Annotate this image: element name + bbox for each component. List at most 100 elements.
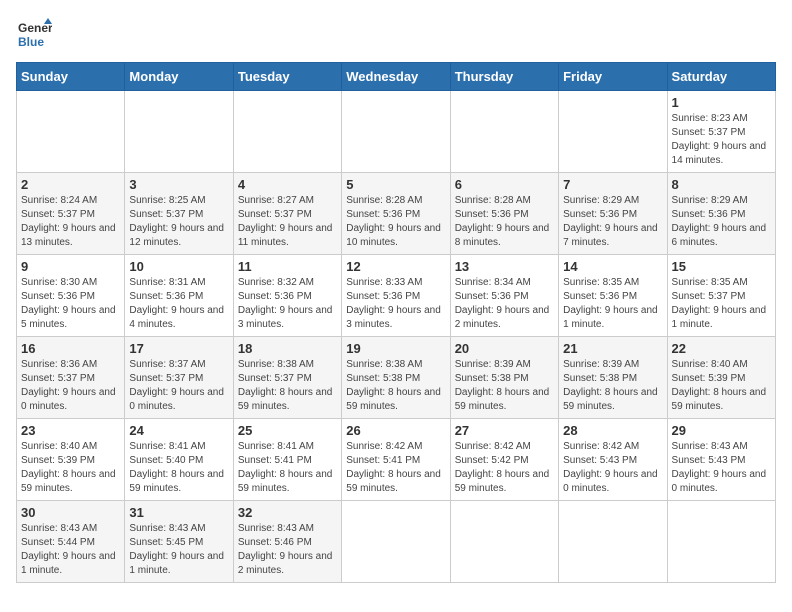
calendar-week-4: 23 Sunrise: 8:40 AMSunset: 5:39 PMDaylig… <box>17 419 776 501</box>
col-header-thursday: Thursday <box>450 63 558 91</box>
calendar-cell: 31 Sunrise: 8:43 AMSunset: 5:45 PMDaylig… <box>125 501 233 583</box>
day-info: Sunrise: 8:43 AMSunset: 5:44 PMDaylight:… <box>21 523 116 576</box>
day-number: 14 <box>563 259 662 274</box>
calendar-cell: 18 Sunrise: 8:38 AMSunset: 5:37 PMDaylig… <box>233 337 341 419</box>
day-info: Sunrise: 8:28 AMSunset: 5:36 PMDaylight:… <box>346 195 441 248</box>
calendar-cell: 6 Sunrise: 8:28 AMSunset: 5:36 PMDayligh… <box>450 173 558 255</box>
calendar-cell: 29 Sunrise: 8:43 AMSunset: 5:43 PMDaylig… <box>667 419 775 501</box>
calendar-cell: 10 Sunrise: 8:31 AMSunset: 5:36 PMDaylig… <box>125 255 233 337</box>
day-number: 25 <box>238 423 337 438</box>
day-info: Sunrise: 8:28 AMSunset: 5:36 PMDaylight:… <box>455 195 550 248</box>
day-number: 5 <box>346 177 445 192</box>
day-number: 29 <box>672 423 771 438</box>
day-number: 11 <box>238 259 337 274</box>
calendar-cell: 3 Sunrise: 8:25 AMSunset: 5:37 PMDayligh… <box>125 173 233 255</box>
calendar-cell <box>559 91 667 173</box>
day-info: Sunrise: 8:32 AMSunset: 5:36 PMDaylight:… <box>238 277 333 330</box>
day-info: Sunrise: 8:43 AMSunset: 5:43 PMDaylight:… <box>672 441 767 494</box>
calendar-cell: 12 Sunrise: 8:33 AMSunset: 5:36 PMDaylig… <box>342 255 450 337</box>
day-number: 19 <box>346 341 445 356</box>
calendar-cell <box>450 91 558 173</box>
day-number: 2 <box>21 177 120 192</box>
day-number: 8 <box>672 177 771 192</box>
day-number: 7 <box>563 177 662 192</box>
day-info: Sunrise: 8:23 AMSunset: 5:37 PMDaylight:… <box>672 113 767 166</box>
day-number: 15 <box>672 259 771 274</box>
day-number: 13 <box>455 259 554 274</box>
day-number: 30 <box>21 505 120 520</box>
day-number: 18 <box>238 341 337 356</box>
header-row: SundayMondayTuesdayWednesdayThursdayFrid… <box>17 63 776 91</box>
logo-icon: General Blue <box>16 16 52 52</box>
calendar-cell: 19 Sunrise: 8:38 AMSunset: 5:38 PMDaylig… <box>342 337 450 419</box>
day-number: 17 <box>129 341 228 356</box>
calendar-cell <box>125 91 233 173</box>
calendar-cell: 20 Sunrise: 8:39 AMSunset: 5:38 PMDaylig… <box>450 337 558 419</box>
calendar-cell: 32 Sunrise: 8:43 AMSunset: 5:46 PMDaylig… <box>233 501 341 583</box>
day-info: Sunrise: 8:39 AMSunset: 5:38 PMDaylight:… <box>455 359 550 412</box>
day-number: 1 <box>672 95 771 110</box>
calendar-cell <box>667 501 775 583</box>
day-number: 6 <box>455 177 554 192</box>
day-info: Sunrise: 8:29 AMSunset: 5:36 PMDaylight:… <box>672 195 767 248</box>
calendar-cell: 11 Sunrise: 8:32 AMSunset: 5:36 PMDaylig… <box>233 255 341 337</box>
calendar-cell: 23 Sunrise: 8:40 AMSunset: 5:39 PMDaylig… <box>17 419 125 501</box>
calendar-cell: 5 Sunrise: 8:28 AMSunset: 5:36 PMDayligh… <box>342 173 450 255</box>
day-number: 9 <box>21 259 120 274</box>
day-info: Sunrise: 8:38 AMSunset: 5:37 PMDaylight:… <box>238 359 333 412</box>
day-info: Sunrise: 8:43 AMSunset: 5:45 PMDaylight:… <box>129 523 224 576</box>
day-number: 24 <box>129 423 228 438</box>
day-info: Sunrise: 8:27 AMSunset: 5:37 PMDaylight:… <box>238 195 333 248</box>
day-number: 4 <box>238 177 337 192</box>
col-header-sunday: Sunday <box>17 63 125 91</box>
calendar-cell: 8 Sunrise: 8:29 AMSunset: 5:36 PMDayligh… <box>667 173 775 255</box>
day-info: Sunrise: 8:40 AMSunset: 5:39 PMDaylight:… <box>21 441 116 494</box>
day-info: Sunrise: 8:25 AMSunset: 5:37 PMDaylight:… <box>129 195 224 248</box>
day-info: Sunrise: 8:24 AMSunset: 5:37 PMDaylight:… <box>21 195 116 248</box>
day-info: Sunrise: 8:42 AMSunset: 5:42 PMDaylight:… <box>455 441 550 494</box>
day-info: Sunrise: 8:41 AMSunset: 5:40 PMDaylight:… <box>129 441 224 494</box>
day-number: 3 <box>129 177 228 192</box>
calendar-cell <box>450 501 558 583</box>
day-info: Sunrise: 8:36 AMSunset: 5:37 PMDaylight:… <box>21 359 116 412</box>
svg-text:Blue: Blue <box>18 35 44 49</box>
day-number: 16 <box>21 341 120 356</box>
calendar-week-1: 2 Sunrise: 8:24 AMSunset: 5:37 PMDayligh… <box>17 173 776 255</box>
day-info: Sunrise: 8:33 AMSunset: 5:36 PMDaylight:… <box>346 277 441 330</box>
col-header-friday: Friday <box>559 63 667 91</box>
calendar-cell: 13 Sunrise: 8:34 AMSunset: 5:36 PMDaylig… <box>450 255 558 337</box>
calendar-week-2: 9 Sunrise: 8:30 AMSunset: 5:36 PMDayligh… <box>17 255 776 337</box>
calendar-cell <box>342 501 450 583</box>
day-info: Sunrise: 8:40 AMSunset: 5:39 PMDaylight:… <box>672 359 767 412</box>
day-info: Sunrise: 8:42 AMSunset: 5:41 PMDaylight:… <box>346 441 441 494</box>
calendar-cell: 14 Sunrise: 8:35 AMSunset: 5:36 PMDaylig… <box>559 255 667 337</box>
day-info: Sunrise: 8:38 AMSunset: 5:38 PMDaylight:… <box>346 359 441 412</box>
day-number: 28 <box>563 423 662 438</box>
calendar-cell: 25 Sunrise: 8:41 AMSunset: 5:41 PMDaylig… <box>233 419 341 501</box>
day-info: Sunrise: 8:43 AMSunset: 5:46 PMDaylight:… <box>238 523 333 576</box>
day-info: Sunrise: 8:34 AMSunset: 5:36 PMDaylight:… <box>455 277 550 330</box>
day-info: Sunrise: 8:41 AMSunset: 5:41 PMDaylight:… <box>238 441 333 494</box>
calendar-cell <box>17 91 125 173</box>
calendar-week-5: 30 Sunrise: 8:43 AMSunset: 5:44 PMDaylig… <box>17 501 776 583</box>
calendar-cell: 17 Sunrise: 8:37 AMSunset: 5:37 PMDaylig… <box>125 337 233 419</box>
day-number: 12 <box>346 259 445 274</box>
day-number: 22 <box>672 341 771 356</box>
calendar-cell: 16 Sunrise: 8:36 AMSunset: 5:37 PMDaylig… <box>17 337 125 419</box>
col-header-saturday: Saturday <box>667 63 775 91</box>
day-info: Sunrise: 8:35 AMSunset: 5:36 PMDaylight:… <box>563 277 658 330</box>
header: General Blue <box>16 16 776 52</box>
day-info: Sunrise: 8:39 AMSunset: 5:38 PMDaylight:… <box>563 359 658 412</box>
day-number: 21 <box>563 341 662 356</box>
day-info: Sunrise: 8:30 AMSunset: 5:36 PMDaylight:… <box>21 277 116 330</box>
logo: General Blue <box>16 16 52 52</box>
calendar-cell: 1 Sunrise: 8:23 AMSunset: 5:37 PMDayligh… <box>667 91 775 173</box>
col-header-monday: Monday <box>125 63 233 91</box>
calendar-cell: 30 Sunrise: 8:43 AMSunset: 5:44 PMDaylig… <box>17 501 125 583</box>
day-info: Sunrise: 8:37 AMSunset: 5:37 PMDaylight:… <box>129 359 224 412</box>
col-header-wednesday: Wednesday <box>342 63 450 91</box>
calendar-cell: 28 Sunrise: 8:42 AMSunset: 5:43 PMDaylig… <box>559 419 667 501</box>
calendar-table: SundayMondayTuesdayWednesdayThursdayFrid… <box>16 62 776 583</box>
calendar-cell: 15 Sunrise: 8:35 AMSunset: 5:37 PMDaylig… <box>667 255 775 337</box>
day-number: 26 <box>346 423 445 438</box>
